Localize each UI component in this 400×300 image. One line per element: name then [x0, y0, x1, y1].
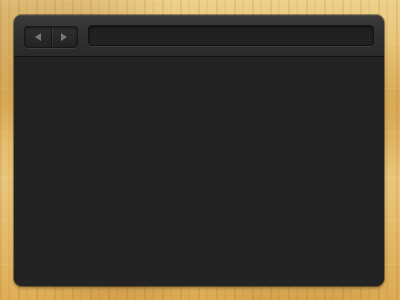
back-arrow-icon: [34, 33, 41, 41]
browser-window: [14, 15, 384, 286]
browser-content-area[interactable]: [14, 57, 384, 286]
back-button[interactable]: [25, 27, 51, 47]
address-bar[interactable]: [88, 25, 374, 46]
forward-arrow-icon: [61, 33, 68, 41]
browser-toolbar: [14, 15, 384, 57]
navigation-buttons: [24, 26, 78, 48]
forward-button[interactable]: [50, 27, 78, 47]
